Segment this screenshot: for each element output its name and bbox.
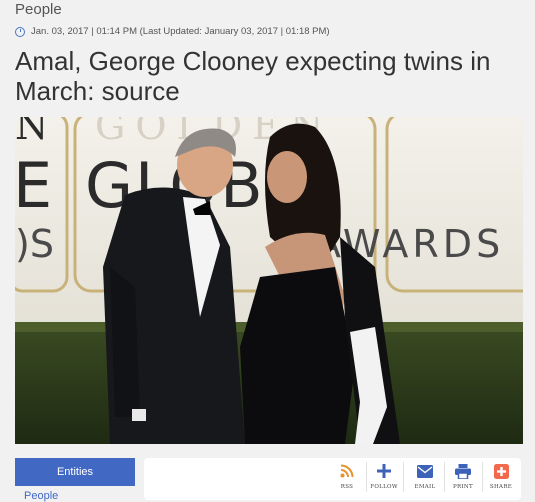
entities-button[interactable]: Entities [15,458,135,486]
email-button[interactable]: EMAIL [408,458,442,500]
envelope-icon [417,463,433,479]
follow-label: FOLLOW [370,484,398,490]
printer-icon [455,463,471,479]
print-label: PRINT [453,484,473,490]
entity-link-people[interactable]: People [24,490,58,502]
plus-icon [376,463,392,479]
svg-text:E: E [15,149,52,222]
rss-icon [339,463,355,479]
category-label[interactable]: People [15,0,62,20]
svg-text:N: N [15,117,48,148]
print-button[interactable]: PRINT [446,458,480,500]
article-headline: Amal, George Clooney expecting twins in … [15,46,491,106]
divider [403,462,404,492]
dateline: Jan. 03, 2017 | 01:14 PM (Last Updated: … [15,26,330,37]
svg-text:)S: )S [15,222,54,266]
rss-button[interactable]: RSS [330,458,364,500]
rss-label: RSS [340,484,354,490]
share-toolbar: RSS FOLLOW EMAIL PRINT SHARE [144,458,521,500]
clock-icon [15,26,25,37]
article-photo[interactable]: GOLDEN GLOBE AWARDS E )S N [15,117,523,444]
email-label: EMAIL [414,484,436,490]
share-label: SHARE [489,484,513,490]
divider [482,462,483,492]
share-plus-icon [493,463,509,479]
dateline-text: Jan. 03, 2017 | 01:14 PM (Last Updated: … [31,26,330,37]
divider [444,462,445,492]
share-button[interactable]: SHARE [484,458,518,500]
follow-button[interactable]: FOLLOW [367,458,401,500]
